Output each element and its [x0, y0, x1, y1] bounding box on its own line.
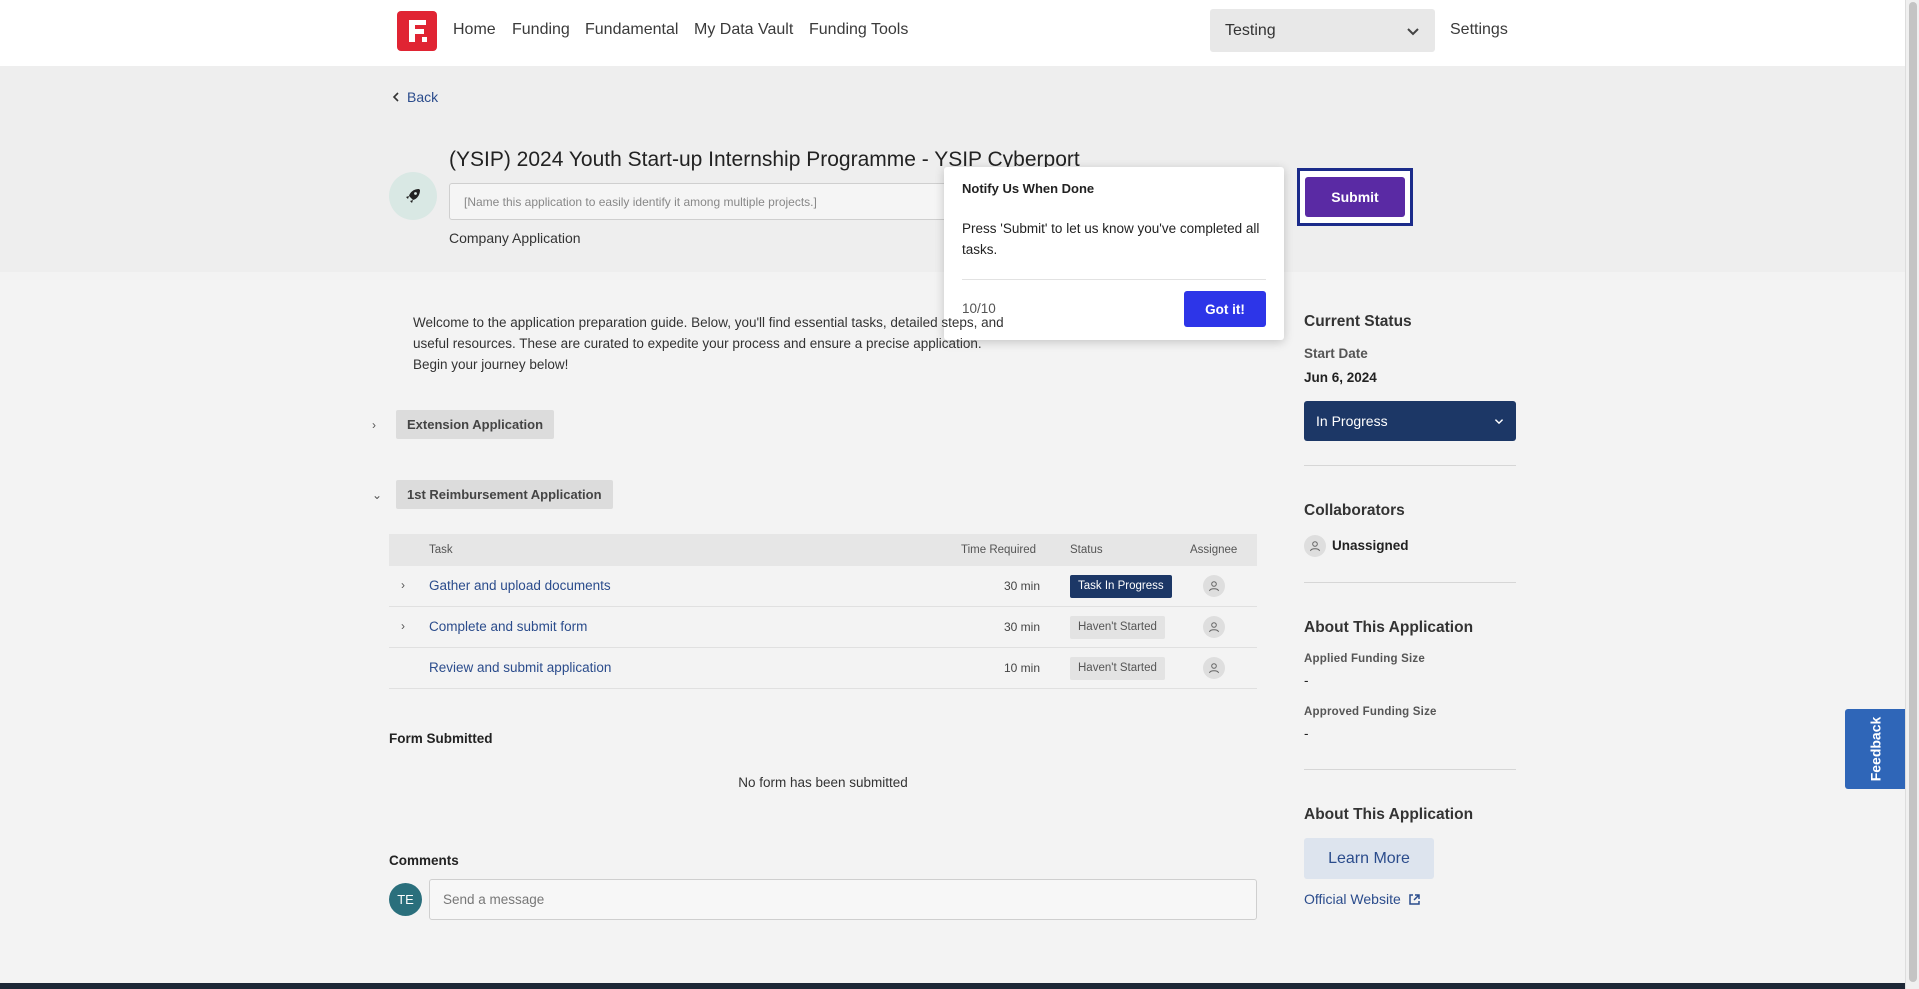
- learn-more-button[interactable]: Learn More: [1304, 838, 1434, 879]
- about-application-heading: About This Application: [1304, 619, 1474, 636]
- chevron-left-icon: [392, 92, 399, 102]
- status-select[interactable]: In Progress: [1304, 401, 1516, 441]
- header-assignee: Assignee: [1190, 544, 1238, 556]
- welcome-text: Welcome to the application preparation g…: [413, 315, 1004, 372]
- section-extension-application[interactable]: › Extension Application: [372, 410, 555, 439]
- user-icon[interactable]: [1203, 575, 1225, 597]
- official-website-link[interactable]: Official Website: [1304, 891, 1421, 907]
- about-application-heading-2: About This Application: [1304, 806, 1474, 823]
- current-status-heading: Current Status: [1304, 313, 1412, 330]
- rocket-icon: [389, 172, 437, 220]
- chevron-down-icon: [1494, 419, 1504, 425]
- chevron-right-icon: ›: [372, 417, 376, 432]
- status-select-value: In Progress: [1316, 413, 1388, 429]
- user-icon[interactable]: [1203, 616, 1225, 638]
- expand-row-icon[interactable]: ›: [401, 578, 405, 592]
- nav-settings[interactable]: Settings: [1450, 21, 1508, 39]
- task-link[interactable]: Gather and upload documents: [429, 578, 611, 593]
- scrollbar-thumb[interactable]: [1909, 2, 1917, 982]
- submit-highlight: Submit: [1297, 168, 1413, 226]
- form-submitted-heading: Form Submitted: [389, 731, 493, 746]
- table-row: › Complete and submit form 30 min Haven'…: [389, 607, 1257, 648]
- status-badge[interactable]: Haven't Started: [1070, 657, 1165, 680]
- task-table: Task Time Required Status Assignee › Gat…: [389, 534, 1257, 689]
- external-link-icon: [1409, 893, 1420, 905]
- table-row: › Gather and upload documents 30 min Tas…: [389, 566, 1257, 607]
- application-type: Company Application: [449, 230, 581, 246]
- back-link[interactable]: Back: [392, 89, 438, 105]
- header-task: Task: [429, 544, 453, 556]
- start-date-label: Start Date: [1304, 346, 1368, 361]
- collaborators-heading: Collaborators: [1304, 502, 1405, 519]
- submit-button[interactable]: Submit: [1305, 177, 1405, 217]
- logo-icon[interactable]: [397, 11, 437, 51]
- task-time: 10 min: [1003, 661, 1040, 675]
- section-label: 1st Reimbursement Application: [396, 480, 613, 509]
- popover-title: Notify Us When Done: [962, 181, 1095, 196]
- section-label: Extension Application: [396, 410, 555, 439]
- sidebar-divider: [1304, 769, 1516, 770]
- no-form-message: No form has been submitted: [738, 775, 908, 790]
- feedback-tab[interactable]: Feedback: [1845, 709, 1905, 789]
- task-link[interactable]: Review and submit application: [429, 660, 611, 675]
- sidebar-divider: [1304, 582, 1516, 583]
- header-status: Status: [1070, 544, 1103, 556]
- user-icon[interactable]: [1304, 535, 1326, 557]
- collaborator-unassigned: Unassigned: [1332, 538, 1409, 553]
- feedback-label: Feedback: [1867, 716, 1883, 782]
- avatar: TE: [389, 883, 422, 916]
- application-nickname-input[interactable]: [449, 183, 949, 220]
- task-link[interactable]: Complete and submit form: [429, 619, 587, 634]
- chevron-down-icon: [1407, 27, 1419, 35]
- nav-funding-tools[interactable]: Funding Tools: [809, 21, 908, 39]
- back-link-label: Back: [407, 89, 439, 105]
- chevron-down-icon: ⌄: [372, 487, 383, 502]
- applied-funding-label: Applied Funding Size: [1304, 653, 1425, 665]
- top-navbar: Home Funding Fundamental My Data Vault F…: [0, 0, 1905, 66]
- nav-my-data-vault[interactable]: My Data Vault: [694, 21, 793, 39]
- applied-funding-value: -: [1304, 673, 1309, 688]
- page-scrollbar[interactable]: [1905, 0, 1919, 989]
- table-header: Task Time Required Status Assignee: [389, 534, 1257, 566]
- status-badge[interactable]: Haven't Started: [1070, 616, 1165, 639]
- approved-funding-label: Approved Funding Size: [1304, 706, 1437, 718]
- popover-body: Press 'Submit' to let us know you've com…: [962, 221, 1260, 257]
- header-time-required: Time Required: [961, 544, 1036, 556]
- footer: [0, 983, 1905, 989]
- message-input[interactable]: [429, 879, 1257, 920]
- nav-funding[interactable]: Funding: [512, 21, 570, 39]
- nav-fundamental[interactable]: Fundamental: [585, 21, 678, 39]
- got-it-button[interactable]: Got it!: [1184, 291, 1266, 327]
- approved-funding-value: -: [1304, 726, 1309, 741]
- nav-home[interactable]: Home: [453, 21, 496, 39]
- start-date-value: Jun 6, 2024: [1304, 370, 1377, 385]
- popover-divider: [962, 279, 1266, 280]
- sidebar-divider: [1304, 465, 1516, 466]
- status-badge[interactable]: Task In Progress: [1070, 575, 1172, 598]
- expand-row-icon[interactable]: ›: [401, 619, 405, 633]
- table-row: Review and submit application 10 min Hav…: [389, 648, 1257, 689]
- workspace-select-value: Testing: [1225, 21, 1276, 39]
- official-website-label: Official Website: [1304, 891, 1401, 907]
- section-1st-reimbursement-application[interactable]: ⌄ 1st Reimbursement Application: [372, 480, 613, 509]
- task-time: 30 min: [1003, 579, 1040, 593]
- comments-heading: Comments: [389, 853, 459, 868]
- task-time: 30 min: [1003, 620, 1040, 634]
- user-icon[interactable]: [1203, 657, 1225, 679]
- workspace-select[interactable]: Testing: [1210, 9, 1435, 52]
